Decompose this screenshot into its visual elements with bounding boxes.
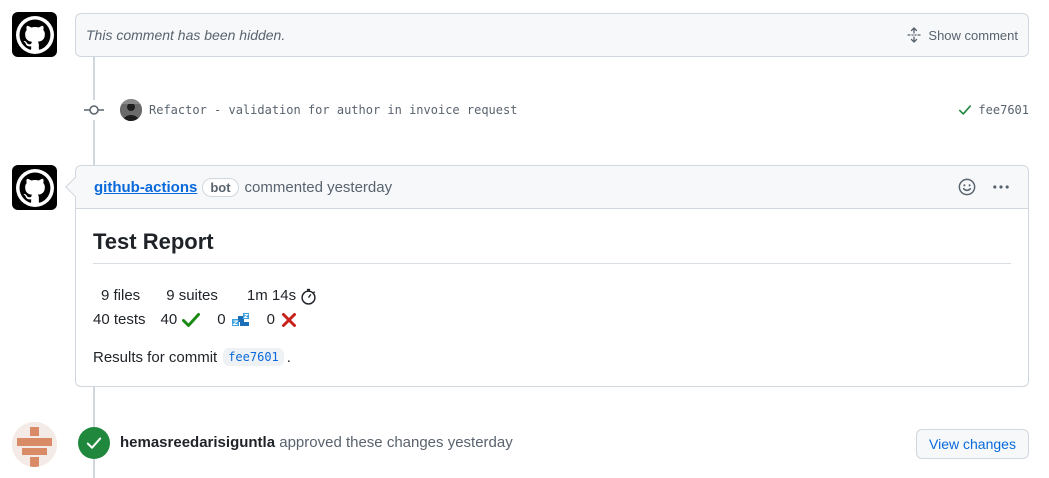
skipped-count: 0 (217, 311, 226, 328)
stopwatch-icon (301, 288, 316, 305)
unfold-icon (907, 27, 922, 43)
results-suffix: . (286, 348, 291, 366)
reviewer-avatar[interactable] (12, 422, 57, 467)
git-commit-icon (84, 100, 104, 120)
review-summary: hemasreedarisiguntla approved these chan… (120, 434, 513, 451)
results-line: Results for commit fee7601 . (93, 348, 1011, 366)
bot-badge: bot (202, 177, 239, 197)
cross-mark-icon (281, 313, 296, 327)
show-comment-label: Show comment (928, 27, 1018, 43)
suites-count: 9 suites (166, 287, 218, 304)
github-logo-icon (15, 15, 54, 54)
comment-author-link[interactable]: github-actions (94, 179, 197, 196)
review-status-text: approved these changes yesterday (279, 434, 513, 451)
hidden-comment: This comment has been hidden. Show comme… (75, 13, 1029, 57)
kebab-horizontal-icon[interactable] (992, 178, 1010, 196)
show-comment-button[interactable]: Show comment (906, 27, 1018, 43)
commit-message-link[interactable]: Refactor - validation for author in invo… (149, 103, 517, 117)
commit-sha-link[interactable]: fee7601 (978, 103, 1029, 117)
zzz-icon (231, 313, 249, 326)
comment-card: github-actions bot commented yesterday T… (65, 165, 1029, 387)
heavy-check-icon (182, 313, 201, 327)
commit-author-avatar[interactable] (120, 99, 142, 121)
failed-count: 0 (266, 311, 275, 328)
comment-timestamp[interactable]: commented yesterday (245, 179, 393, 196)
hidden-comment-text: This comment has been hidden. (86, 27, 286, 43)
commit-row: Refactor - validation for author in invo… (84, 96, 1029, 124)
results-prefix: Results for commit (93, 348, 218, 366)
check-icon (959, 105, 972, 115)
reviewer-link[interactable]: hemasreedarisiguntla (120, 434, 275, 451)
github-avatar[interactable] (12, 12, 57, 57)
test-stats: 9 files 9 suites 1m 14s 40 tests 40 0 0 (93, 284, 1011, 332)
files-count: 9 files (101, 287, 141, 304)
github-actions-avatar[interactable] (12, 165, 57, 210)
comment-header: github-actions bot commented yesterday (76, 166, 1028, 209)
commit-sha[interactable]: fee7601 (958, 103, 1029, 117)
smiley-icon[interactable] (958, 178, 976, 196)
tests-count: 40 tests (93, 311, 146, 328)
passed-count: 40 (160, 311, 178, 328)
approved-check-icon (78, 427, 110, 459)
comment-body: Test Report 9 files 9 suites 1m 14s 40 t… (76, 209, 1028, 386)
github-logo-icon (15, 168, 54, 207)
duration: 1m 14s (246, 287, 297, 304)
view-changes-button[interactable]: View changes (916, 429, 1029, 459)
report-title: Test Report (93, 229, 1011, 264)
results-commit-link[interactable]: fee7601 (223, 348, 284, 366)
